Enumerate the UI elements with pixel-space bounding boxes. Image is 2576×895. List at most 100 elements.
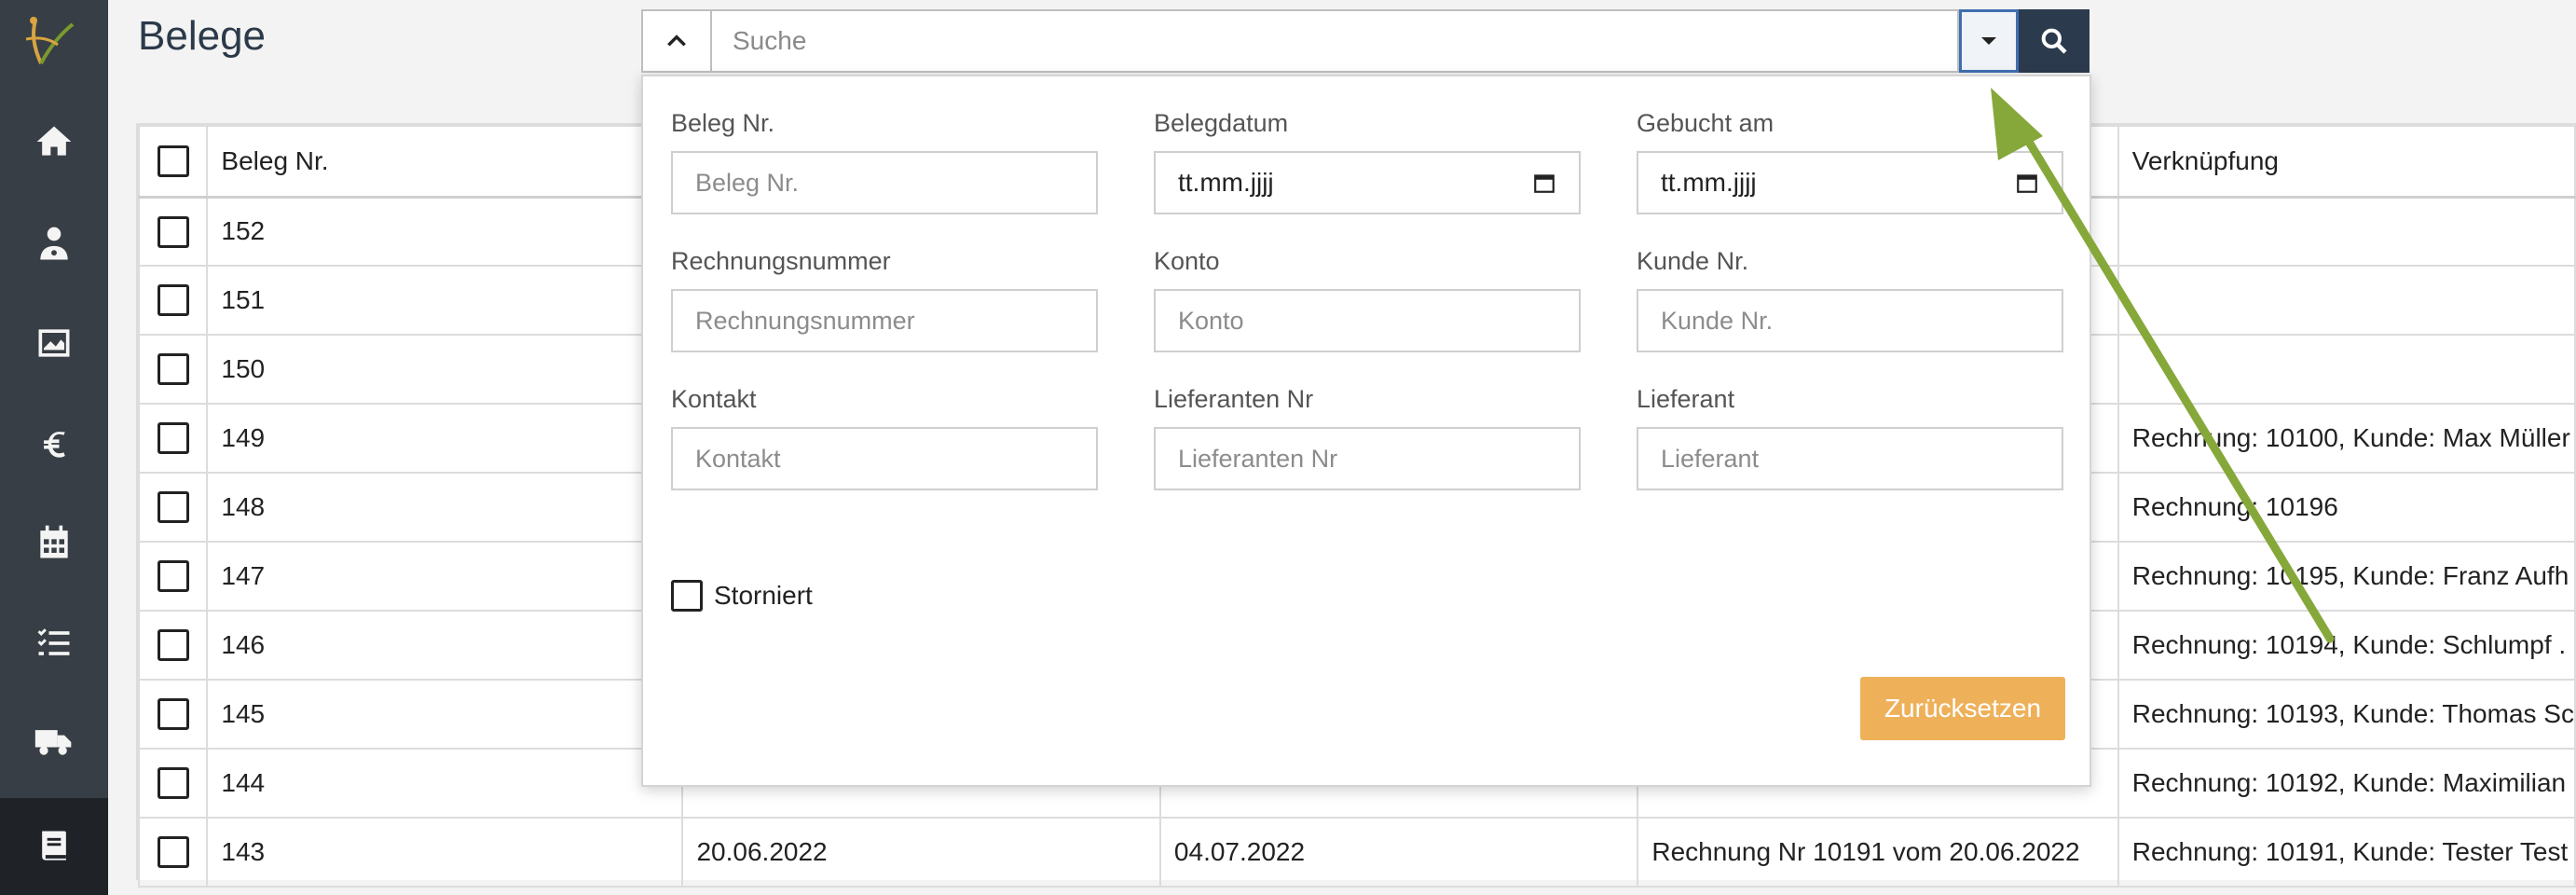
filter-panel: Beleg Nr. Belegdatum tt.mm.jjjj Gebucht … xyxy=(641,75,2091,787)
cell-beleg-nr: 149 xyxy=(206,403,684,474)
row-checkbox[interactable] xyxy=(137,472,209,543)
filter-rechnungsnummer: Rechnungsnummer xyxy=(671,246,1100,352)
row-checkbox[interactable] xyxy=(137,196,209,267)
row-checkbox[interactable] xyxy=(137,541,209,612)
chevron-up-icon xyxy=(667,34,686,47)
filter-belegdatum: Belegdatum tt.mm.jjjj xyxy=(1154,108,1583,214)
home-icon xyxy=(36,126,72,156)
page-title: Belege xyxy=(138,13,267,59)
filter-dropdown-button[interactable] xyxy=(1959,9,2019,73)
filter-kontakt-label: Kontakt xyxy=(671,385,757,413)
cell-verknuepfung xyxy=(2117,196,2576,267)
chart-image-icon xyxy=(38,329,70,357)
cell-verknuepfung: Rechnung: 10192, Kunde: Maximilian xyxy=(2117,748,2576,819)
row-checkbox[interactable] xyxy=(137,679,209,750)
table-row[interactable]: 143 20.06.2022 04.07.2022 Rechnung Nr 10191… xyxy=(137,817,2576,888)
lieferant-input[interactable] xyxy=(1637,427,2063,490)
belegdatum-value: tt.mm.jjjj xyxy=(1178,168,1274,197)
search-icon xyxy=(2041,28,2067,54)
sidebar-item-doctor[interactable] xyxy=(0,196,108,293)
belegdatum-input[interactable]: tt.mm.jjjj xyxy=(1154,151,1581,214)
rechnungsnummer-input[interactable] xyxy=(671,289,1098,352)
storniert-checkbox-box[interactable] xyxy=(671,580,703,612)
calendar-icon xyxy=(40,525,68,558)
filter-beleg-nr: Beleg Nr. xyxy=(671,108,1100,214)
column-header-beleg-nr[interactable]: Beleg Nr. xyxy=(206,125,684,199)
calendar-icon[interactable] xyxy=(1532,171,1556,195)
truck-icon xyxy=(34,730,72,755)
cell-beleg-nr: 145 xyxy=(206,679,684,750)
cell-beleg-nr: 151 xyxy=(206,265,684,336)
filter-lieferant: Lieferant xyxy=(1637,384,2065,490)
cell-verknuepfung: Rechnung: 10196 xyxy=(2117,472,2576,543)
sidebar-item-belege[interactable] xyxy=(0,798,108,895)
storniert-checkbox[interactable]: Storniert xyxy=(671,580,813,612)
gebucht-am-input[interactable]: tt.mm.jjjj xyxy=(1637,151,2063,214)
beleg-nr-input[interactable] xyxy=(671,151,1098,214)
cell-belegdatum: 20.06.2022 xyxy=(681,817,1161,888)
row-checkbox[interactable] xyxy=(137,610,209,681)
book-icon xyxy=(42,831,66,861)
cell-gebucht-am: 04.07.2022 xyxy=(1158,817,1639,888)
sidebar-item-reports[interactable] xyxy=(0,295,108,392)
cell-verknuepfung xyxy=(2117,334,2576,405)
cell-beleg-nr: 152 xyxy=(206,196,684,267)
sidebar-item-tasks[interactable] xyxy=(0,595,108,692)
collapse-filter-button[interactable] xyxy=(641,9,712,73)
filter-belegdatum-label: Belegdatum xyxy=(1154,109,1289,137)
doctor-icon xyxy=(40,227,68,260)
cell-beleg-nr: 143 xyxy=(206,817,684,888)
search-button[interactable] xyxy=(2019,9,2090,73)
cell-beleg-nr: 146 xyxy=(206,610,684,681)
search-bar xyxy=(641,9,2090,73)
kunde-nr-input[interactable] xyxy=(1637,289,2063,352)
row-checkbox[interactable] xyxy=(137,817,209,888)
cell-beschreibung: Rechnung Nr 10191 vom 20.06.2022 xyxy=(1637,817,2119,888)
sidebar xyxy=(0,0,108,895)
euro-icon xyxy=(44,432,65,458)
cell-beleg-nr: 150 xyxy=(206,334,684,405)
calendar-icon[interactable] xyxy=(2015,171,2039,195)
filter-kunde-nr: Kunde Nr. xyxy=(1637,246,2065,352)
sidebar-item-calendar[interactable] xyxy=(0,494,108,591)
filter-lieferanten-nr-label: Lieferanten Nr xyxy=(1154,385,1314,413)
storniert-label: Storniert xyxy=(714,581,813,610)
row-checkbox[interactable] xyxy=(137,334,209,405)
cell-beleg-nr: 148 xyxy=(206,472,684,543)
sidebar-item-finance[interactable] xyxy=(0,395,108,492)
gebucht-am-value: tt.mm.jjjj xyxy=(1661,168,1757,197)
filter-lieferant-label: Lieferant xyxy=(1637,385,1735,413)
lieferanten-nr-input[interactable] xyxy=(1154,427,1581,490)
filter-lieferanten-nr: Lieferanten Nr xyxy=(1154,384,1583,490)
cell-verknuepfung: Rechnung: 10194, Kunde: Schlumpf . xyxy=(2117,610,2576,681)
cell-verknuepfung xyxy=(2117,265,2576,336)
filter-gebucht-am: Gebucht am tt.mm.jjjj xyxy=(1637,108,2065,214)
filter-konto-label: Konto xyxy=(1154,247,1220,275)
sidebar-item-home[interactable] xyxy=(0,93,108,190)
row-checkbox[interactable] xyxy=(137,748,209,819)
checklist-icon xyxy=(37,628,70,655)
cell-verknuepfung: Rechnung: 10193, Kunde: Thomas Sc xyxy=(2117,679,2576,750)
filter-konto: Konto xyxy=(1154,246,1583,352)
row-checkbox[interactable] xyxy=(137,403,209,474)
cell-beleg-nr: 147 xyxy=(206,541,684,612)
kontakt-input[interactable] xyxy=(671,427,1098,490)
column-header-verknuepfung[interactable]: Verknüpfung xyxy=(2117,125,2576,199)
search-input[interactable] xyxy=(712,9,1959,73)
filter-gebucht-am-label: Gebucht am xyxy=(1637,109,1774,137)
cell-verknuepfung: Rechnung: 10100, Kunde: Max Müller xyxy=(2117,403,2576,474)
logo[interactable] xyxy=(17,11,84,78)
cell-verknuepfung: Rechnung: 10191, Kunde: Tester Test xyxy=(2117,817,2576,888)
sidebar-item-delivery[interactable] xyxy=(0,694,108,791)
filter-kontakt: Kontakt xyxy=(671,384,1100,490)
cell-beleg-nr: 144 xyxy=(206,748,684,819)
row-checkbox[interactable] xyxy=(137,265,209,336)
select-all-checkbox[interactable] xyxy=(137,125,209,199)
reset-button[interactable]: Zurücksetzen xyxy=(1860,677,2065,740)
filter-rechnungsnummer-label: Rechnungsnummer xyxy=(671,247,891,275)
konto-input[interactable] xyxy=(1154,289,1581,352)
filter-kunde-nr-label: Kunde Nr. xyxy=(1637,247,1749,275)
cell-verknuepfung: Rechnung: 10195, Kunde: Franz Aufh xyxy=(2117,541,2576,612)
caret-down-icon xyxy=(1981,37,1996,45)
filter-beleg-nr-label: Beleg Nr. xyxy=(671,109,775,137)
